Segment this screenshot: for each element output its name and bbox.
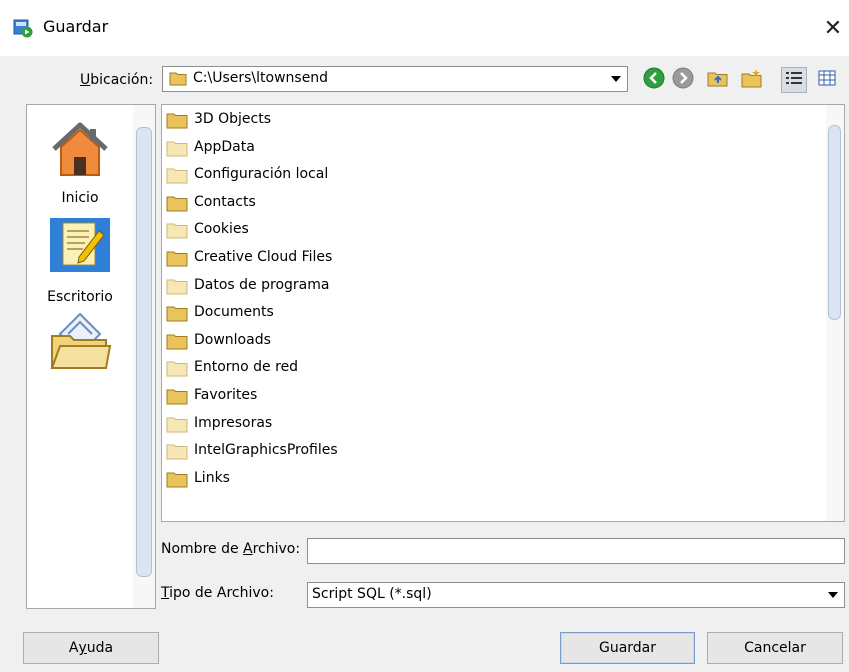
close-icon: ✕ [823,15,843,41]
file-list-scroll-thumb[interactable] [828,125,841,320]
details-view-icon [818,70,836,90]
filename-input[interactable] [307,538,845,564]
shortcut-desktop[interactable] [27,312,133,376]
file-list-item[interactable]: AppData [164,137,804,159]
file-name: Favorites [194,387,258,403]
file-name: Links [194,469,230,486]
folder-icon [169,71,187,90]
file-list-item[interactable]: IntelGraphicsProfiles [164,440,804,462]
back-icon [643,67,665,93]
file-list-item[interactable]: Favorites [164,385,804,407]
file-list-item[interactable]: Documents [164,302,804,324]
new-folder-icon [741,68,763,92]
folder-icon [166,333,188,354]
folder-icon [166,388,188,409]
filename-label: Nombre de Archivo: [161,541,301,557]
list-view-button[interactable] [781,67,807,93]
cancel-button[interactable]: Cancelar [707,632,843,664]
file-list-item[interactable]: Configuración local [164,164,804,186]
file-list-item[interactable]: Contacts [164,192,804,214]
file-list-item[interactable]: Creative Cloud Files [164,247,804,269]
shortcut-label: Escritorio [47,289,113,305]
up-folder-button[interactable] [705,67,731,93]
location-path: C:\Users\ltownsend [193,70,329,86]
file-list-item[interactable]: 3D Objects [164,109,804,131]
title-bar: Guardar ✕ [0,0,849,56]
folder-icon [166,195,188,216]
file-name: Impresoras [194,414,273,431]
folder-icon [166,416,188,437]
back-button[interactable] [641,67,667,93]
folder-icon [166,250,188,271]
folder-icon [166,443,188,464]
file-name: Cookies [194,221,249,238]
details-view-button[interactable] [814,67,840,93]
file-list: 3D Objects AppData Configuración local Cont… [161,104,845,522]
filetype-select[interactable]: Script SQL (*.sql) [307,582,845,608]
file-list-item[interactable]: Impresoras [164,413,804,435]
file-name: Contacts [194,193,256,210]
save-dialog: Guardar ✕ Ubicación: C:\Users\ltownsend [0,0,849,672]
file-name: 3D Objects [194,111,272,127]
forward-icon [672,67,694,93]
folder-icon [166,471,188,492]
folder-icon [166,140,188,161]
file-name: Creative Cloud Files [194,249,333,265]
close-button[interactable]: ✕ [816,10,849,46]
dropdown-arrow-icon [828,592,838,598]
file-name: IntelGraphicsProfiles [194,442,338,459]
window-title: Guardar [43,17,109,36]
up-folder-icon [707,68,729,92]
document-edit-icon [49,218,111,277]
list-view-icon [785,70,803,90]
file-name: AppData [194,138,255,155]
file-list-item[interactable]: Links [164,468,804,490]
location-combobox[interactable]: C:\Users\ltownsend [162,66,628,92]
folder-icon [166,112,188,133]
shortcuts-scroll-thumb[interactable] [136,127,152,577]
location-label: Ubicación: [80,72,154,88]
folder-icon [166,360,188,381]
file-name: Downloads [194,331,271,348]
dropdown-arrow-icon [611,76,621,82]
filetype-label: Tipo de Archivo: [161,585,274,601]
file-list-item[interactable]: Entorno de red [164,357,804,379]
file-name: Documents [194,304,274,321]
help-button[interactable]: Ay uda [23,632,159,664]
file-list-item[interactable]: Cookies [164,219,804,241]
app-save-icon [13,19,33,38]
home-icon [48,122,112,185]
shortcut-home[interactable] [27,117,133,185]
folder-icon [166,167,188,188]
folder-icon [166,305,188,326]
shortcuts-panel: Inicio Escritorio [26,104,156,609]
filetype-value: Script SQL (*.sql) [312,586,432,602]
file-list-item[interactable]: Downloads [164,330,804,352]
shortcut-label: Inicio [61,190,99,206]
folder-icon [166,222,188,243]
file-name: Configuración local [194,166,329,183]
file-list-scrollbar[interactable] [826,105,844,521]
file-list-item[interactable]: Datos de programa [164,275,804,297]
folder-icon [166,278,188,299]
save-button[interactable]: Guardar [560,632,695,664]
file-name: Entorno de red [194,359,299,376]
forward-button[interactable] [670,67,696,93]
shortcut-document[interactable] [27,217,133,277]
new-folder-button[interactable] [739,67,765,93]
desktop-folder-icon [48,312,112,376]
file-name: Datos de programa [194,276,330,293]
